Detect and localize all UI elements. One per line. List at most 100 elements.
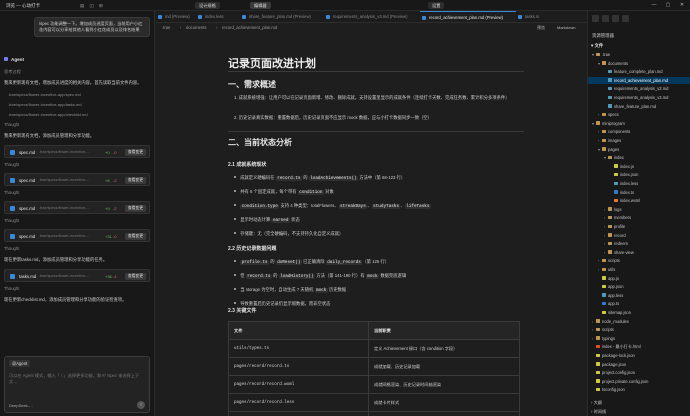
tree-folder[interactable]: › redeem <box>588 240 690 248</box>
tree-folder[interactable]: › typings <box>588 335 690 343</box>
thought-row[interactable]: Thought <box>4 286 19 291</box>
file-reference[interactable]: .trae/specs/flower-incentive-app/spec.md <box>8 92 81 97</box>
tree-folder[interactable]: ▾ miniprogram <box>588 120 690 128</box>
tree-file[interactable]: index.wxml <box>588 197 690 205</box>
file-reference[interactable]: .trae/specs/flower-incentive-app/checkli… <box>8 112 88 117</box>
json-icon <box>596 353 600 357</box>
tree-file[interactable]: project.config.json <box>588 369 690 377</box>
tab-active[interactable]: record_achievement_plan.md (Preview) <box>420 11 516 22</box>
tree-folder[interactable]: › images <box>588 137 690 145</box>
tree-file[interactable]: project.private.config.json <box>588 378 690 386</box>
tree-folder[interactable]: › specs <box>588 111 690 119</box>
maximize-icon[interactable]: ▢ <box>662 2 674 9</box>
tree-label: index.js <box>620 163 634 169</box>
tree-file[interactable]: requirements_analysis_v2.md <box>588 85 690 93</box>
chat-panel: /spec 功能调整一下。增加成员进度页面，当前用户小红花内容可以分享给其他人看… <box>0 11 155 416</box>
view-changes-button[interactable]: 查看变更 <box>124 204 146 212</box>
tab[interactable]: tasks.m <box>516 11 546 22</box>
tab[interactable]: index.less <box>196 11 240 22</box>
tree-file[interactable]: app.ts <box>588 300 690 308</box>
tree-folder[interactable]: › components <box>588 128 690 136</box>
breadcrumb-documents[interactable]: documents <box>186 23 206 33</box>
markdown-button[interactable]: Markdown <box>554 24 578 32</box>
file-change-card[interactable]: spec.md .trae/specs/flower-incentive-... +… <box>4 229 150 242</box>
tree-file[interactable]: feature_complete_plan.md <box>588 68 690 76</box>
tree-folder[interactable]: › scripts <box>588 257 690 265</box>
send-icon[interactable]: ↑ <box>137 401 145 409</box>
s21-item: condition.type 支持 4 种类型：totalFlowers、 str… <box>234 203 431 210</box>
file-change-name: tasks.md <box>19 274 37 279</box>
tree-file[interactable]: index.json <box>588 171 690 179</box>
tree-folder[interactable]: › share-view <box>588 249 690 257</box>
tree-file[interactable]: package-lock.json <box>588 352 690 360</box>
view-changes-button[interactable]: 查看变更 <box>124 272 146 280</box>
tree-folder[interactable]: › profile <box>588 223 690 231</box>
thought-row[interactable]: Thought <box>4 246 19 251</box>
tab-label: requirements_analysis_v3.md (Preview) <box>333 14 408 19</box>
table-cell-duty: 成就卡片样式 <box>368 393 520 412</box>
thought-row[interactable]: Thought <box>4 218 19 223</box>
md-icon <box>608 95 612 99</box>
tree-folder[interactable]: › logs <box>588 206 690 214</box>
view-changes-button[interactable]: 查看变更 <box>124 176 146 184</box>
tree-folder[interactable]: ▾ documents <box>588 60 690 68</box>
breadcrumb-file[interactable]: record_achievement_plan.md <box>222 23 277 33</box>
titlebar-tool-icons[interactable]: ▤ ◫ ⊞ <box>80 3 105 9</box>
thought-row[interactable]: Thought <box>4 190 19 195</box>
tree-file[interactable]: requirements_analysis_v3.md <box>588 94 690 102</box>
explorer-section[interactable]: ▾ 文件 <box>591 43 603 49</box>
tree-file[interactable]: index - 最小打卡.html <box>588 343 690 351</box>
tree-folder[interactable]: ▾ .trae <box>588 51 690 59</box>
tree-file[interactable]: tsconfig.json <box>588 386 690 394</box>
markdown-file-icon <box>10 234 15 239</box>
chat-input-box[interactable]: @Agent 可以在 Agent 模式，输入「 / 」选择更多功能，和 #/ /… <box>4 356 150 413</box>
top-button-design[interactable]: 设计规格 <box>195 2 220 9</box>
tab[interactable]: share_feature_plan.md (Preview) <box>240 11 324 22</box>
file-reference[interactable]: .trae/specs/flower-incentive-app/tasks.m… <box>8 102 82 107</box>
minimize-icon[interactable]: — <box>648 2 660 9</box>
tree-folder[interactable]: › members <box>588 214 690 222</box>
tree-label: specs <box>608 112 619 118</box>
thought-row[interactable]: Thought <box>4 122 19 127</box>
thought-row[interactable]: 思考过程 <box>4 69 21 75</box>
view-changes-button[interactable]: 查看变更 <box>124 148 146 156</box>
tree-folder[interactable]: ▾ pages <box>588 146 690 154</box>
tree-folder[interactable]: › record <box>588 232 690 240</box>
tree-file[interactable]: index.js <box>588 163 690 171</box>
tree-file[interactable]: package.json <box>588 361 690 369</box>
breadcrumb-trae[interactable]: .trae <box>162 23 170 33</box>
model-selector[interactable]: DeepSeek-… <box>9 403 33 408</box>
tab[interactable]: requirements_analysis_v3.md (Preview) <box>324 11 420 22</box>
tree-folder[interactable]: › node_modules <box>588 318 690 326</box>
close-icon[interactable]: ✕ <box>676 2 688 9</box>
tree-file[interactable]: app.js <box>588 275 690 283</box>
file-change-card[interactable]: spec.md .trae/specs/flower-incentive-... +… <box>4 173 150 186</box>
timeline-section[interactable]: › 时间线 <box>591 409 606 415</box>
preview-button[interactable]: 预览 <box>534 24 548 32</box>
tree-label: miniprogram <box>602 120 625 126</box>
tree-file[interactable]: record_achievement_plan.md <box>588 76 690 85</box>
outline-section[interactable]: › 大纲 <box>591 400 602 406</box>
extensions-icon <box>622 15 629 22</box>
file-change-card[interactable]: spec.md .trae/specs/flower-incentive-... +… <box>4 145 150 158</box>
tree-folder[interactable]: › utils <box>588 266 690 274</box>
tree-folder[interactable]: › scripts <box>588 326 690 334</box>
agent-chip[interactable]: @Agent <box>9 360 31 367</box>
chat-input-placeholder[interactable]: 可以在 Agent 模式，输入「 / 」选择更多功能，和 #/ /spec 来选… <box>9 373 147 385</box>
tree-file[interactable]: app.less <box>588 292 690 300</box>
tab[interactable]: md (Preview) <box>156 11 196 22</box>
explorer-toolbar[interactable] <box>592 15 632 24</box>
thought-row[interactable]: Thought <box>4 162 19 167</box>
tree-file[interactable]: index.ts <box>588 189 690 197</box>
file-change-card[interactable]: tasks.md .trae/specs/flower-incentive-...… <box>4 269 150 282</box>
tree-file[interactable]: sitemap.json <box>588 309 690 317</box>
tree-folder[interactable]: ▾ index <box>588 154 690 162</box>
top-button-settings[interactable]: 设置 <box>428 2 445 9</box>
tree-file[interactable]: share_feature_plan.md <box>588 103 690 111</box>
tree-file[interactable]: index.less <box>588 180 690 188</box>
tree-file[interactable]: app.json <box>588 283 690 291</box>
breadcrumb: .trae › documents › record_achievement_p… <box>156 23 586 33</box>
top-button-editor[interactable]: 编辑器 <box>250 2 271 9</box>
view-changes-button[interactable]: 查看变更 <box>124 232 146 240</box>
file-change-card[interactable]: spec.md .trae/specs/flower-incentive-... +… <box>4 201 150 214</box>
